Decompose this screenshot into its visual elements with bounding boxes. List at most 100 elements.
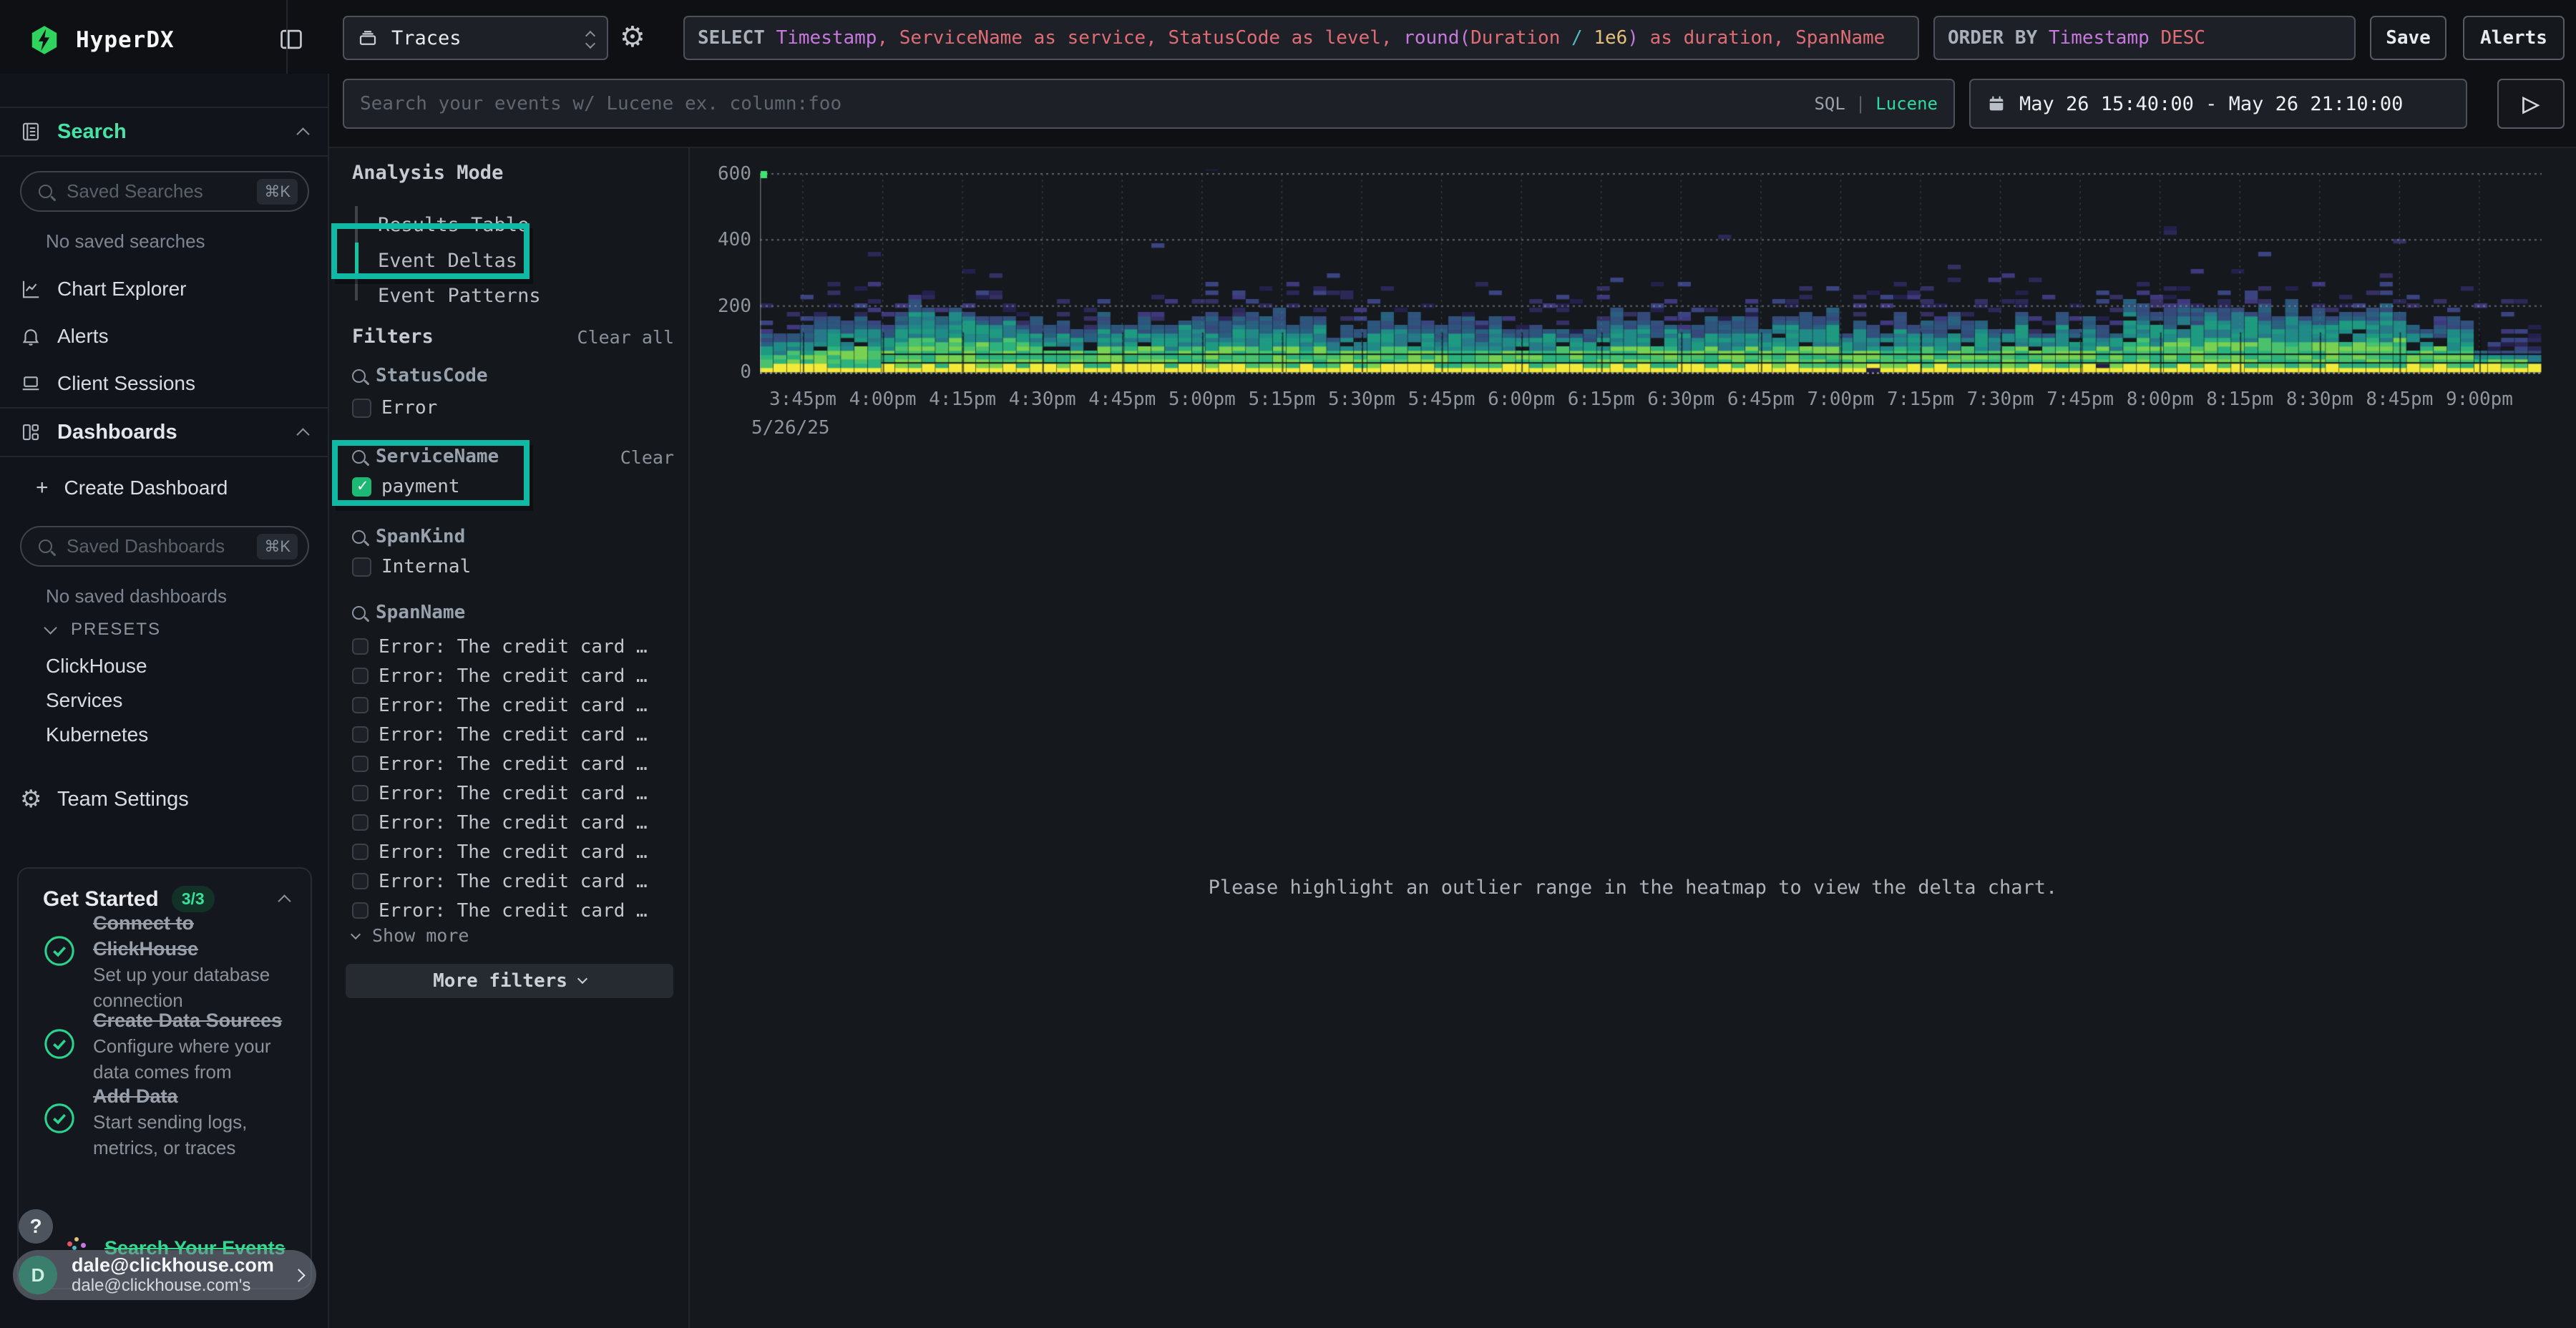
filter-group-spankind[interactable]: SpanKind: [352, 526, 465, 547]
dashboards-icon: [20, 421, 42, 443]
get-started-item[interactable]: Create Data Sources Configure where your…: [93, 1007, 308, 1085]
filter-option-label: Error: The credit card …: [379, 900, 648, 922]
sidebar-item-search[interactable]: Search: [0, 107, 328, 157]
checkbox-unchecked[interactable]: [352, 697, 369, 713]
filter-option-label: Error: The credit card …: [379, 695, 648, 716]
chevron-up-icon: [296, 127, 309, 140]
more-filters-button[interactable]: More filters: [346, 964, 673, 998]
filter-option[interactable]: Error: The credit card …: [352, 749, 674, 778]
filter-option[interactable]: Error: The credit card …: [352, 690, 674, 720]
filter-group-spanname[interactable]: SpanName: [352, 602, 465, 623]
bell-icon: [20, 326, 42, 347]
run-query-button[interactable]: ▷: [2497, 79, 2565, 129]
filter-option[interactable]: Error: The credit card …: [352, 837, 674, 866]
play-icon: ▷: [2522, 92, 2539, 117]
saved-dashboards-placeholder: Saved Dashboards: [67, 535, 257, 557]
clear-servicename-link[interactable]: Clear: [620, 447, 674, 468]
delta-chart-empty-message: Please highlight an outlier range in the…: [690, 877, 2576, 899]
filter-option-label: Error: The credit card …: [379, 636, 648, 658]
sidebar-item-label: Dashboards: [57, 421, 298, 444]
sidebar-item-chart-explorer[interactable]: Chart Explorer: [0, 272, 328, 306]
sidebar-item-client-sessions[interactable]: Client Sessions: [0, 366, 328, 401]
source-select-value: Traces: [391, 27, 587, 49]
filter-option[interactable]: Error: The credit card …: [352, 778, 674, 808]
checkbox-unchecked[interactable]: [352, 557, 371, 577]
lucene-mode-toggle[interactable]: Lucene: [1875, 94, 1938, 114]
sql-select-input[interactable]: SELECT Timestamp, ServiceName as service…: [683, 16, 1919, 60]
search-icon: [352, 369, 366, 383]
save-button[interactable]: Save: [2370, 16, 2446, 60]
check-circle-icon: [43, 1027, 76, 1060]
filter-option[interactable]: Error: The credit card …: [352, 720, 674, 749]
help-button[interactable]: ?: [19, 1209, 53, 1244]
create-dashboard-button[interactable]: + Create Dashboard: [0, 471, 328, 505]
x-tick-label: 4:45pm: [1088, 389, 1156, 410]
checkbox-unchecked[interactable]: [352, 668, 369, 684]
preset-services[interactable]: Services: [46, 689, 122, 712]
chart-explorer-icon: [20, 278, 42, 300]
search-icon: [39, 540, 52, 553]
create-dashboard-label: Create Dashboard: [64, 477, 228, 499]
chevron-up-icon: [296, 428, 309, 441]
app-logo[interactable]: HyperDX: [29, 24, 175, 56]
checkbox-unchecked[interactable]: [352, 638, 369, 655]
x-tick-label: 7:15pm: [1887, 389, 1954, 410]
checkbox-unchecked[interactable]: [352, 756, 369, 772]
source-select[interactable]: Traces: [343, 16, 608, 60]
filter-option[interactable]: Error: The credit card …: [352, 866, 674, 896]
time-range-picker[interactable]: May 26 15:40:00 - May 26 21:10:00: [1969, 79, 2467, 129]
preset-kubernetes[interactable]: Kubernetes: [46, 723, 148, 746]
checkbox-unchecked[interactable]: [352, 399, 371, 418]
checkbox-unchecked[interactable]: [352, 873, 369, 889]
sidebar-collapse-icon[interactable]: [278, 26, 305, 57]
x-tick-label: 8:15pm: [2206, 389, 2273, 410]
calendar-icon: [1986, 94, 2006, 114]
user-org: dale@clickhouse.com's: [72, 1276, 294, 1296]
clear-all-link[interactable]: Clear all: [577, 327, 674, 348]
filter-option[interactable]: Error: The credit card …: [352, 632, 674, 661]
filter-group-statuscode[interactable]: StatusCode: [352, 365, 488, 386]
get-started-item-desc: Start sending logs, metrics, or traces: [93, 1109, 308, 1161]
y-tick-label: 600: [690, 163, 751, 185]
order-by-input[interactable]: ORDER BY Timestamp DESC: [1933, 16, 2356, 60]
checkbox-unchecked[interactable]: [352, 726, 369, 743]
filter-option-label: Error: The credit card …: [379, 812, 648, 834]
get-started-item[interactable]: Add Data Start sending logs, metrics, or…: [93, 1083, 308, 1161]
duration-heatmap[interactable]: [760, 170, 2542, 374]
filter-option-internal[interactable]: Internal: [352, 556, 471, 577]
sidebar-item-team-settings[interactable]: ⚙ Team Settings: [0, 782, 328, 816]
sidebar-item-alerts[interactable]: Alerts: [0, 319, 328, 353]
laptop-icon: [20, 373, 42, 394]
presets-label: PRESETS: [71, 620, 161, 640]
checkbox-unchecked[interactable]: [352, 814, 369, 831]
get-started-item-title: Connect to ClickHouse: [93, 910, 301, 962]
search-input[interactable]: Search your events w/ Lucene ex. column:…: [343, 79, 1955, 129]
get-started-item[interactable]: Connect to ClickHouse Set up your databa…: [93, 910, 301, 1013]
alerts-button[interactable]: Alerts: [2463, 16, 2565, 60]
analysis-mode-event-patterns[interactable]: Event Patterns: [378, 285, 541, 307]
presets-toggle[interactable]: PRESETS: [46, 620, 161, 640]
checkbox-unchecked[interactable]: [352, 844, 369, 860]
preset-clickhouse[interactable]: ClickHouse: [46, 655, 147, 678]
user-menu[interactable]: D dale@clickhouse.com dale@clickhouse.co…: [13, 1250, 316, 1300]
get-started-header[interactable]: Get Started 3/3: [43, 886, 289, 912]
shortcut-badge: ⌘K: [257, 179, 298, 205]
annotation-box-event-deltas: [331, 223, 530, 279]
filter-option[interactable]: Error: The credit card …: [352, 808, 674, 837]
source-settings-gear-icon[interactable]: ⚙: [620, 23, 645, 52]
saved-dashboards-input[interactable]: Saved Dashboards ⌘K: [20, 526, 309, 567]
annotation-box-servicename-filter: [332, 440, 530, 506]
filter-option-label: Error: The credit card …: [379, 665, 648, 687]
y-tick-label: 200: [690, 296, 751, 317]
sidebar-item-label: Alerts: [57, 325, 109, 348]
filter-option-error[interactable]: Error: [352, 397, 437, 419]
filter-option[interactable]: Error: The credit card …: [352, 661, 674, 690]
filter-group-name: StatusCode: [376, 365, 488, 386]
sidebar-item-dashboards[interactable]: Dashboards: [0, 407, 328, 457]
checkbox-unchecked[interactable]: [352, 785, 369, 801]
saved-searches-input[interactable]: Saved Searches ⌘K: [20, 171, 309, 212]
sql-mode-toggle[interactable]: SQL: [1814, 94, 1845, 114]
show-more-toggle[interactable]: Show more: [352, 925, 469, 946]
filter-option[interactable]: Error: The credit card …: [352, 896, 674, 925]
checkbox-unchecked[interactable]: [352, 902, 369, 919]
